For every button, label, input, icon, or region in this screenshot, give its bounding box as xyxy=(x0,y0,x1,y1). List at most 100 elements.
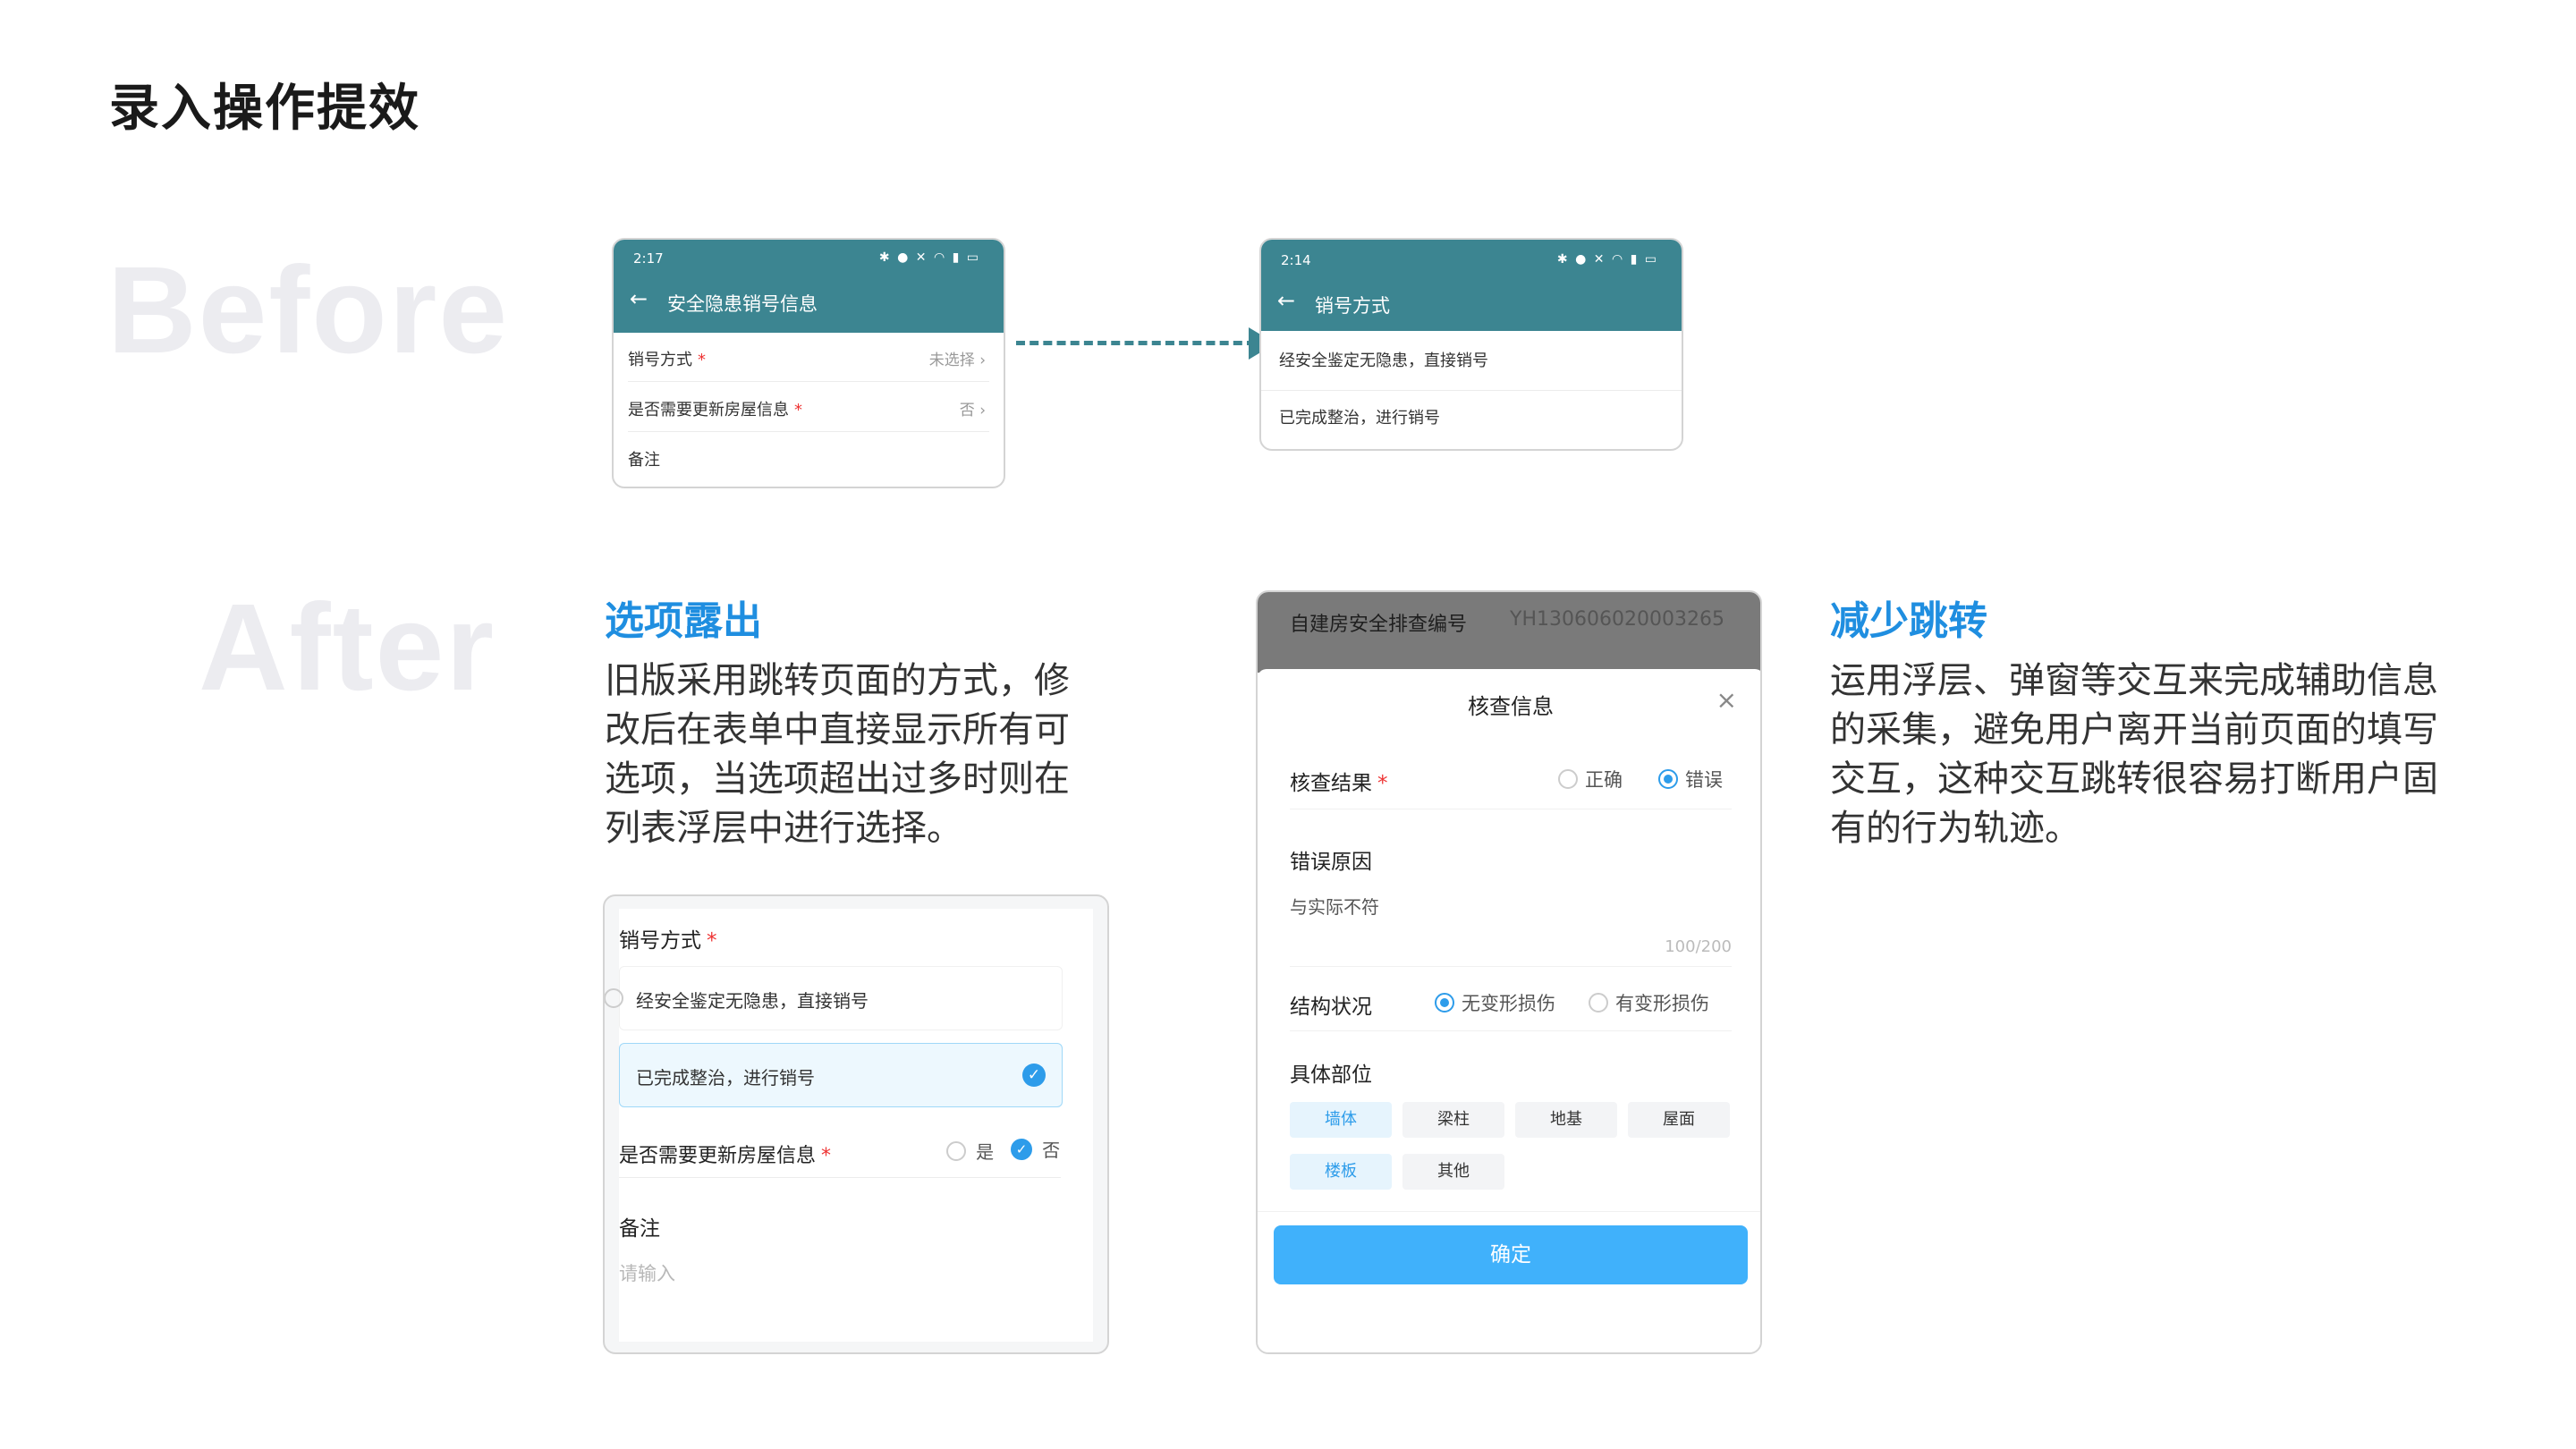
description-line: 旧版采用跳转页面的方式，修 xyxy=(605,660,1070,701)
radio-correct[interactable]: 正确 xyxy=(1558,766,1623,792)
remark-label: 备注 xyxy=(619,1217,660,1241)
section-heading-expose-options: 选项露出 xyxy=(605,598,762,644)
radio-damage[interactable]: 有变形损伤 xyxy=(1589,989,1709,1016)
form-row-remark[interactable]: 备注 xyxy=(628,440,989,481)
divider xyxy=(1290,966,1732,967)
radio-selected-icon[interactable] xyxy=(1435,993,1454,1013)
radio-no-damage[interactable]: 无变形损伤 xyxy=(1435,989,1555,1016)
char-counter: 100/200 xyxy=(1665,937,1732,956)
radio-icon[interactable] xyxy=(605,988,623,1008)
tag-roof[interactable]: 屋面 xyxy=(1628,1102,1730,1138)
confirm-button[interactable]: 确定 xyxy=(1274,1225,1748,1284)
nav-title: 安全隐患销号信息 xyxy=(667,293,818,315)
close-icon[interactable]: × xyxy=(1716,685,1737,715)
option-item[interactable]: 已完成整治，进行销号 xyxy=(1261,390,1682,447)
bottom-sheet: 核查信息 × 核查结果 * 正确 错误 错误原因 与实际不符 100/200 结构… xyxy=(1258,669,1760,1352)
field-label-text: 是否需要更新房屋信息 xyxy=(619,1145,817,1167)
after-label: After xyxy=(199,579,496,716)
option-item[interactable]: 经安全鉴定无隐患，直接销号 xyxy=(1261,333,1682,391)
radio-label: 是 xyxy=(976,1141,995,1163)
form-row-structure: 结构状况 无变形损伤 有变形损伤 xyxy=(1290,970,1732,1031)
row-value: 否 › xyxy=(959,402,986,419)
nav-title: 销号方式 xyxy=(1315,295,1390,317)
radio-icon[interactable] xyxy=(1589,993,1608,1013)
tag-wall[interactable]: 墙体 xyxy=(1290,1102,1392,1138)
description-line: 有的行为轨迹。 xyxy=(1830,808,2080,849)
record-number: YH130606020003265 xyxy=(1510,608,1724,631)
before-label: Before xyxy=(107,242,510,379)
field-label: 是否需要更新房屋信息 * xyxy=(619,1140,831,1168)
field-label-text: 核查结果 xyxy=(1290,772,1372,795)
radio-label: 正确 xyxy=(1585,769,1623,791)
form-body: 销号方式 * 经安全鉴定无隐患，直接销号 已完成整治，进行销号 ✓ 是否需要更新房… xyxy=(605,909,1093,1342)
status-time: 2:17 xyxy=(633,250,664,267)
radio-wrong[interactable]: 错误 xyxy=(1658,766,1723,792)
before-screen-form: 2:17 ✱ ● ✕ ◠ ▮ ▭ ← 安全隐患销号信息 销号方式 * 未选择 › … xyxy=(612,238,1005,488)
page-title: 录入操作提效 xyxy=(109,80,420,138)
before-screen-options: 2:14 ✱ ● ✕ ◠ ▮ ▭ ← 销号方式 经安全鉴定无隐患，直接销号 已完… xyxy=(1259,238,1683,451)
tag-floor-slab[interactable]: 楼板 xyxy=(1290,1154,1392,1190)
tag-beam[interactable]: 梁柱 xyxy=(1402,1102,1504,1138)
tag-other[interactable]: 其他 xyxy=(1402,1154,1504,1190)
required-mark: * xyxy=(821,1145,832,1167)
app-header: 2:17 ✱ ● ✕ ◠ ▮ ▭ ← 安全隐患销号信息 xyxy=(614,240,1004,333)
option-card-selected[interactable]: 已完成整治，进行销号 ✓ xyxy=(619,1043,1063,1107)
check-circle-icon[interactable]: ✓ xyxy=(1022,1063,1046,1087)
option-card[interactable]: 经安全鉴定无隐患，直接销号 xyxy=(605,966,1063,1030)
radio-label: 否 xyxy=(1042,1140,1061,1161)
after-dialog-screen: 自建房安全排查编号 YH130606020003265 核查信息 × 核查结果 *… xyxy=(1256,590,1762,1354)
reason-label: 错误原因 xyxy=(1290,851,1372,874)
check-circle-icon[interactable]: ✓ xyxy=(1011,1138,1032,1160)
form-row-result: 核查结果 * 正确 错误 xyxy=(1290,748,1732,809)
required-mark: * xyxy=(707,929,717,953)
status-icons: ✱ ● ✕ ◠ ▮ ▭ xyxy=(1556,252,1658,267)
radio-icon[interactable] xyxy=(1558,769,1578,789)
option-label: 经安全鉴定无隐患，直接销号 xyxy=(636,990,869,1012)
radio-label: 有变形损伤 xyxy=(1615,993,1709,1014)
field-label-cancel-method: 销号方式 * xyxy=(619,923,717,953)
status-icons: ✱ ● ✕ ◠ ▮ ▭ xyxy=(878,250,980,265)
back-arrow-icon[interactable]: ← xyxy=(630,286,648,311)
radio-label: 错误 xyxy=(1685,769,1723,791)
required-mark: * xyxy=(1377,772,1388,795)
radio-no[interactable]: ✓ 否 xyxy=(1011,1136,1060,1162)
app-header: 2:14 ✱ ● ✕ ◠ ▮ ▭ ← 销号方式 xyxy=(1261,240,1682,331)
row-label: 是否需要更新房屋信息 xyxy=(628,401,789,419)
form-row-update-house[interactable]: 是否需要更新房屋信息 * 否 › xyxy=(628,390,989,432)
section-heading-reduce-jumps: 减少跳转 xyxy=(1830,598,1987,644)
description-line: 运用浮层、弹窗等交互来完成辅助信息 xyxy=(1830,660,2438,701)
back-arrow-icon[interactable]: ← xyxy=(1277,288,1295,313)
description-line: 的采集，避免用户离开当前页面的填写 xyxy=(1830,709,2438,750)
row-label: 备注 xyxy=(628,451,660,470)
record-label: 自建房安全排查编号 xyxy=(1290,614,1468,636)
field-label: 结构状况 xyxy=(1290,996,1372,1019)
option-label: 已完成整治，进行销号 xyxy=(636,1067,815,1089)
after-form-card: 销号方式 * 经安全鉴定无隐患，直接销号 已完成整治，进行销号 ✓ 是否需要更新房… xyxy=(603,894,1109,1354)
description-line: 交互，这种交互跳转很容易打断用户固 xyxy=(1830,758,2438,800)
status-time: 2:14 xyxy=(1281,252,1311,268)
description-line: 改后在表单中直接显示所有可 xyxy=(605,709,1070,750)
field-label: 销号方式 xyxy=(619,929,701,953)
row-label: 销号方式 xyxy=(628,351,692,369)
section-description: 运用浮层、弹窗等交互来完成辅助信息 的采集，避免用户离开当前页面的填写 交互，这… xyxy=(1830,657,2492,853)
radio-selected-icon[interactable] xyxy=(1658,769,1678,789)
radio-label: 无变形损伤 xyxy=(1462,993,1555,1014)
tag-foundation[interactable]: 地基 xyxy=(1515,1102,1617,1138)
dimmed-backdrop: 自建房安全排查编号 YH130606020003265 xyxy=(1258,592,1760,673)
sheet-title: 核查信息 xyxy=(1468,694,1554,719)
required-mark: * xyxy=(698,351,706,369)
radio-yes[interactable]: 是 xyxy=(946,1138,994,1164)
required-mark: * xyxy=(794,401,802,419)
remark-input[interactable]: 请输入 xyxy=(619,1259,675,1286)
flow-arrow-line xyxy=(1016,341,1256,345)
form-row-cancel-method[interactable]: 销号方式 * 未选择 › xyxy=(628,340,989,382)
radio-icon[interactable] xyxy=(946,1140,966,1161)
divider xyxy=(1258,1211,1760,1212)
description-line: 选项，当选项超出过多时则在 xyxy=(605,758,1070,800)
form-row-update-house: 是否需要更新房屋信息 * 是 ✓ 否 xyxy=(619,1120,1061,1178)
reason-textarea[interactable]: 与实际不符 xyxy=(1290,893,1379,919)
row-value: 未选择 › xyxy=(928,352,986,369)
part-label: 具体部位 xyxy=(1290,1063,1372,1087)
section-description: 旧版采用跳转页面的方式，修 改后在表单中直接显示所有可 选项，当选项超出过多时则… xyxy=(605,657,1106,853)
description-line: 列表浮层中进行选择。 xyxy=(605,808,962,849)
